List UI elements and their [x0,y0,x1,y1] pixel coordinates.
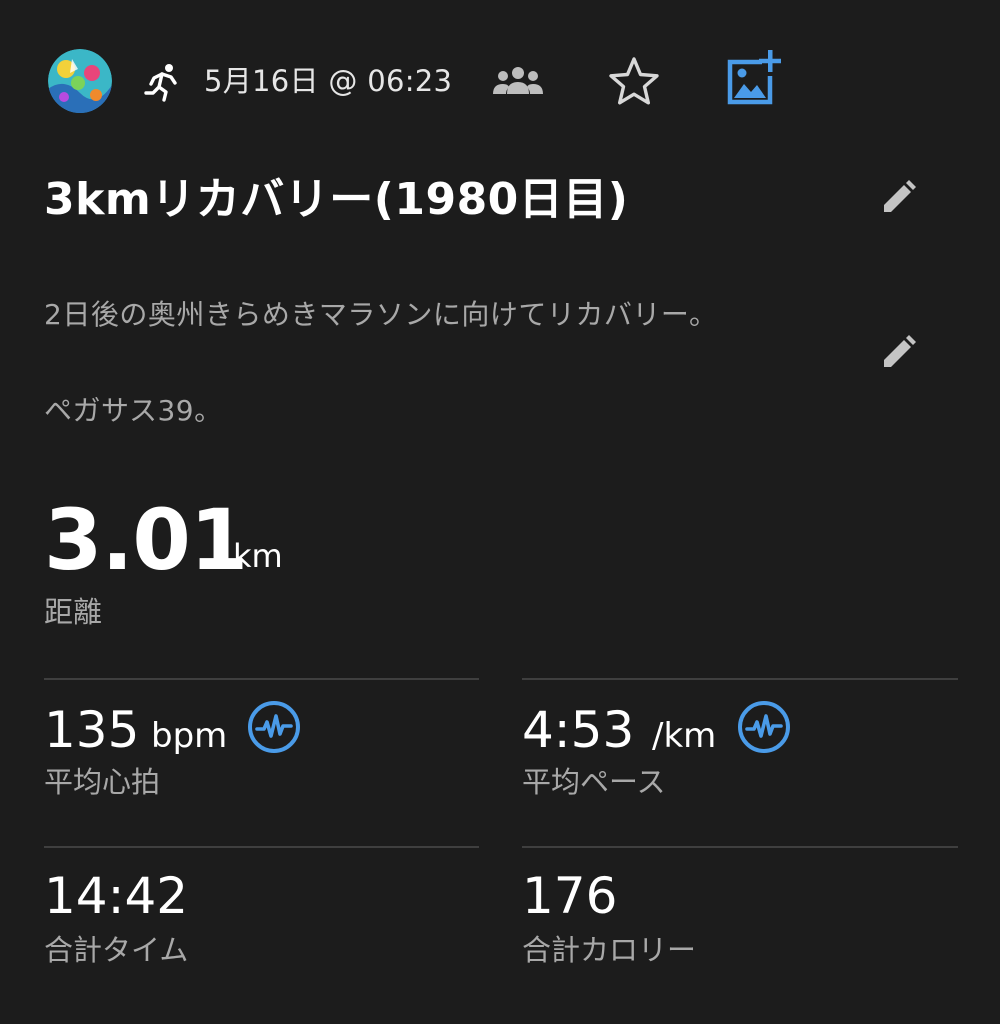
avg-hr-label: 平均心拍 [44,765,161,799]
divider [522,678,958,680]
total-time-label: 合計タイム [44,933,189,967]
total-time-value: 14:42 [44,867,189,925]
distance-label: 距離 [44,595,103,629]
heart-rate-chart-icon[interactable] [247,700,301,754]
total-calories-value: 176 [522,867,618,925]
divider [44,678,479,680]
distance-unit: km [233,537,283,575]
edit-title-icon[interactable] [878,178,918,218]
distance-value: 3.01 [44,491,248,589]
edit-description-icon[interactable] [878,333,918,373]
avg-pace-unit: /km [652,716,717,756]
avg-pace-value: 4:53 [522,701,635,759]
activity-date: 5月16日 @ 06:23 [204,64,453,98]
add-photo-icon[interactable] [722,48,784,110]
total-calories-label: 合計カロリー [522,933,697,967]
running-person-icon [142,62,182,102]
divider [44,846,479,848]
group-icon [490,64,546,100]
activity-title: 3kmリカバリー(1980日目) [44,174,629,225]
avg-pace-label: 平均ペース [522,765,666,799]
avg-hr-value: 135 [44,701,140,759]
activity-description-line-1: 2日後の奥州きらめきマラソンに向けてリカバリー。 [44,298,718,331]
avg-hr-unit: bpm [151,716,228,756]
star-icon[interactable] [606,54,662,110]
pace-chart-icon[interactable] [737,700,791,754]
divider [522,846,958,848]
activity-description-line-2: ペガサス39。 [44,394,223,427]
avatar[interactable] [48,49,112,113]
